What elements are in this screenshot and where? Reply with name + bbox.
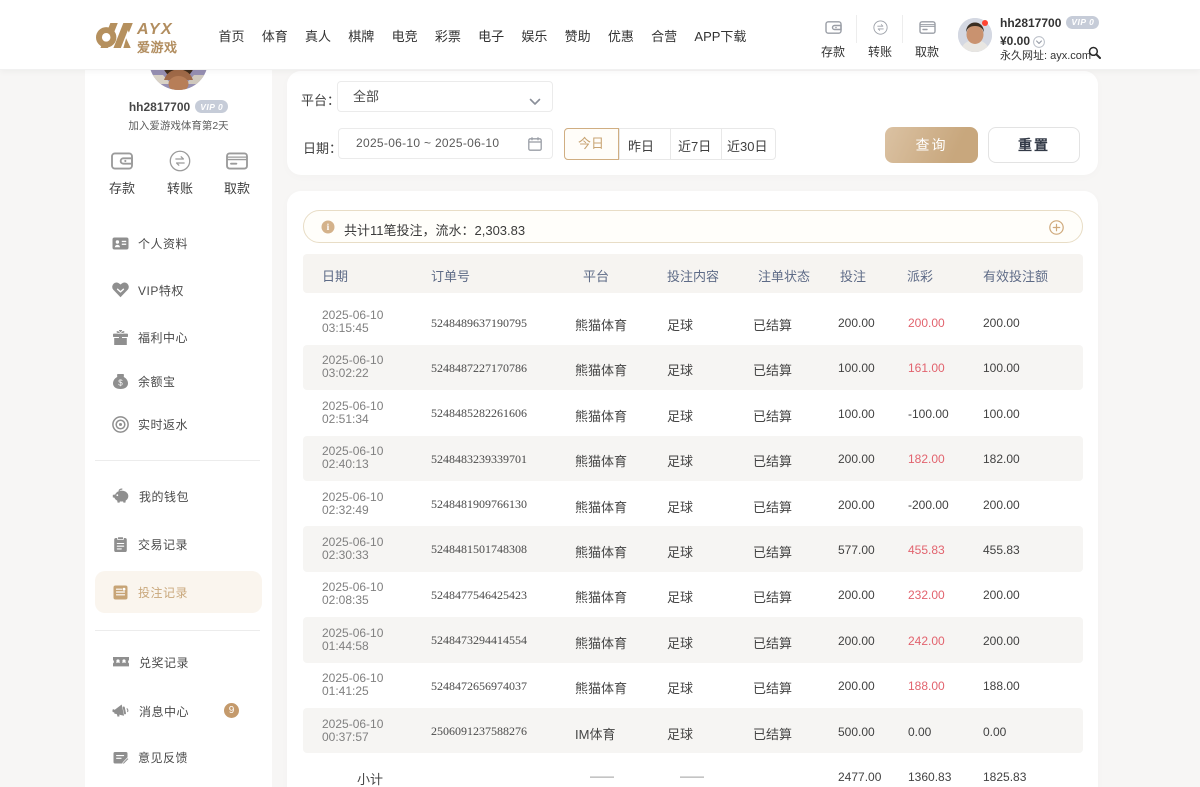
svg-text:$: $ <box>118 378 123 387</box>
svg-text:i: i <box>327 223 330 233</box>
